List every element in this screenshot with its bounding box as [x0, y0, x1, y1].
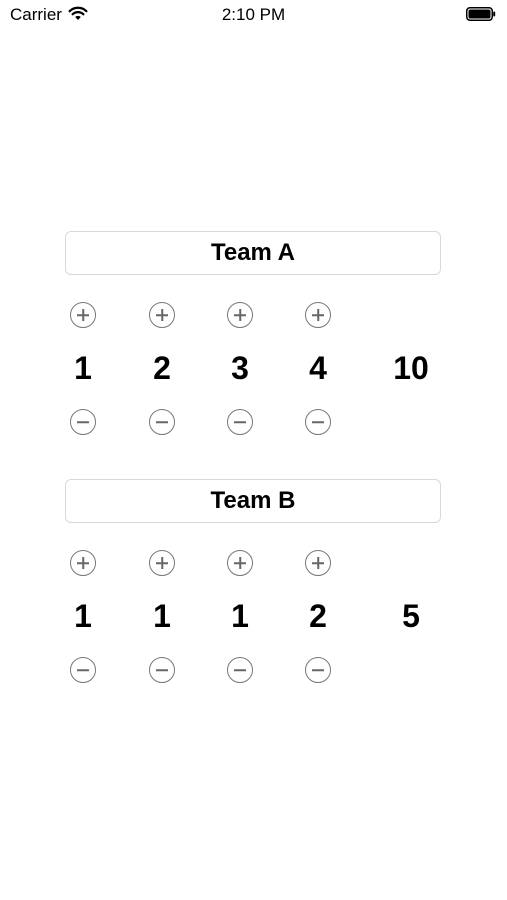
team-a-player-4-decrement-minus-icon[interactable]: [305, 409, 331, 435]
team-a-player-3-increment-plus-icon[interactable]: [227, 302, 253, 328]
status-time: 2:10 PM: [221, 5, 286, 24]
team-a-player-3-score: 3: [231, 350, 249, 386]
team-a-player-4-score: 4: [309, 350, 327, 386]
team-a-name-field[interactable]: Team A: [65, 231, 441, 275]
team-a-total-score: 10: [393, 350, 429, 386]
status-bar: Carrier 2:10 PM: [0, 0, 507, 32]
team-b-player-3-score: 1: [231, 598, 249, 634]
team-b-player-4-decrement-minus-icon[interactable]: [305, 657, 331, 683]
team-b-player-1-decrement-minus-icon[interactable]: [70, 657, 96, 683]
team-b-player-2-increment-plus-icon[interactable]: [149, 550, 175, 576]
team-a-player-2-decrement-minus-icon[interactable]: [149, 409, 175, 435]
team-b-player-1-increment-plus-icon[interactable]: [70, 550, 96, 576]
team-b-player-3-increment-plus-icon[interactable]: [227, 550, 253, 576]
team-a-player-2-increment-plus-icon[interactable]: [149, 302, 175, 328]
team-b-player-1-score: 1: [74, 598, 92, 634]
team-b-player-3-decrement-minus-icon[interactable]: [227, 657, 253, 683]
battery-icon: [466, 7, 496, 21]
team-b-player-2-decrement-minus-icon[interactable]: [149, 657, 175, 683]
team-a-player-1-score: 1: [74, 350, 92, 386]
team-a-player-1-increment-plus-icon[interactable]: [70, 302, 96, 328]
team-a-player-4-increment-plus-icon[interactable]: [305, 302, 331, 328]
team-a-player-2-score: 2: [153, 350, 171, 386]
team-b-name-field[interactable]: Team B: [65, 479, 441, 523]
team-b-player-2-score: 1: [153, 598, 171, 634]
team-b-player-4-score: 2: [309, 598, 327, 634]
team-b-player-4-increment-plus-icon[interactable]: [305, 550, 331, 576]
team-a-player-3-decrement-minus-icon[interactable]: [227, 409, 253, 435]
team-b-total-score: 5: [402, 598, 420, 634]
team-a-player-1-decrement-minus-icon[interactable]: [70, 409, 96, 435]
